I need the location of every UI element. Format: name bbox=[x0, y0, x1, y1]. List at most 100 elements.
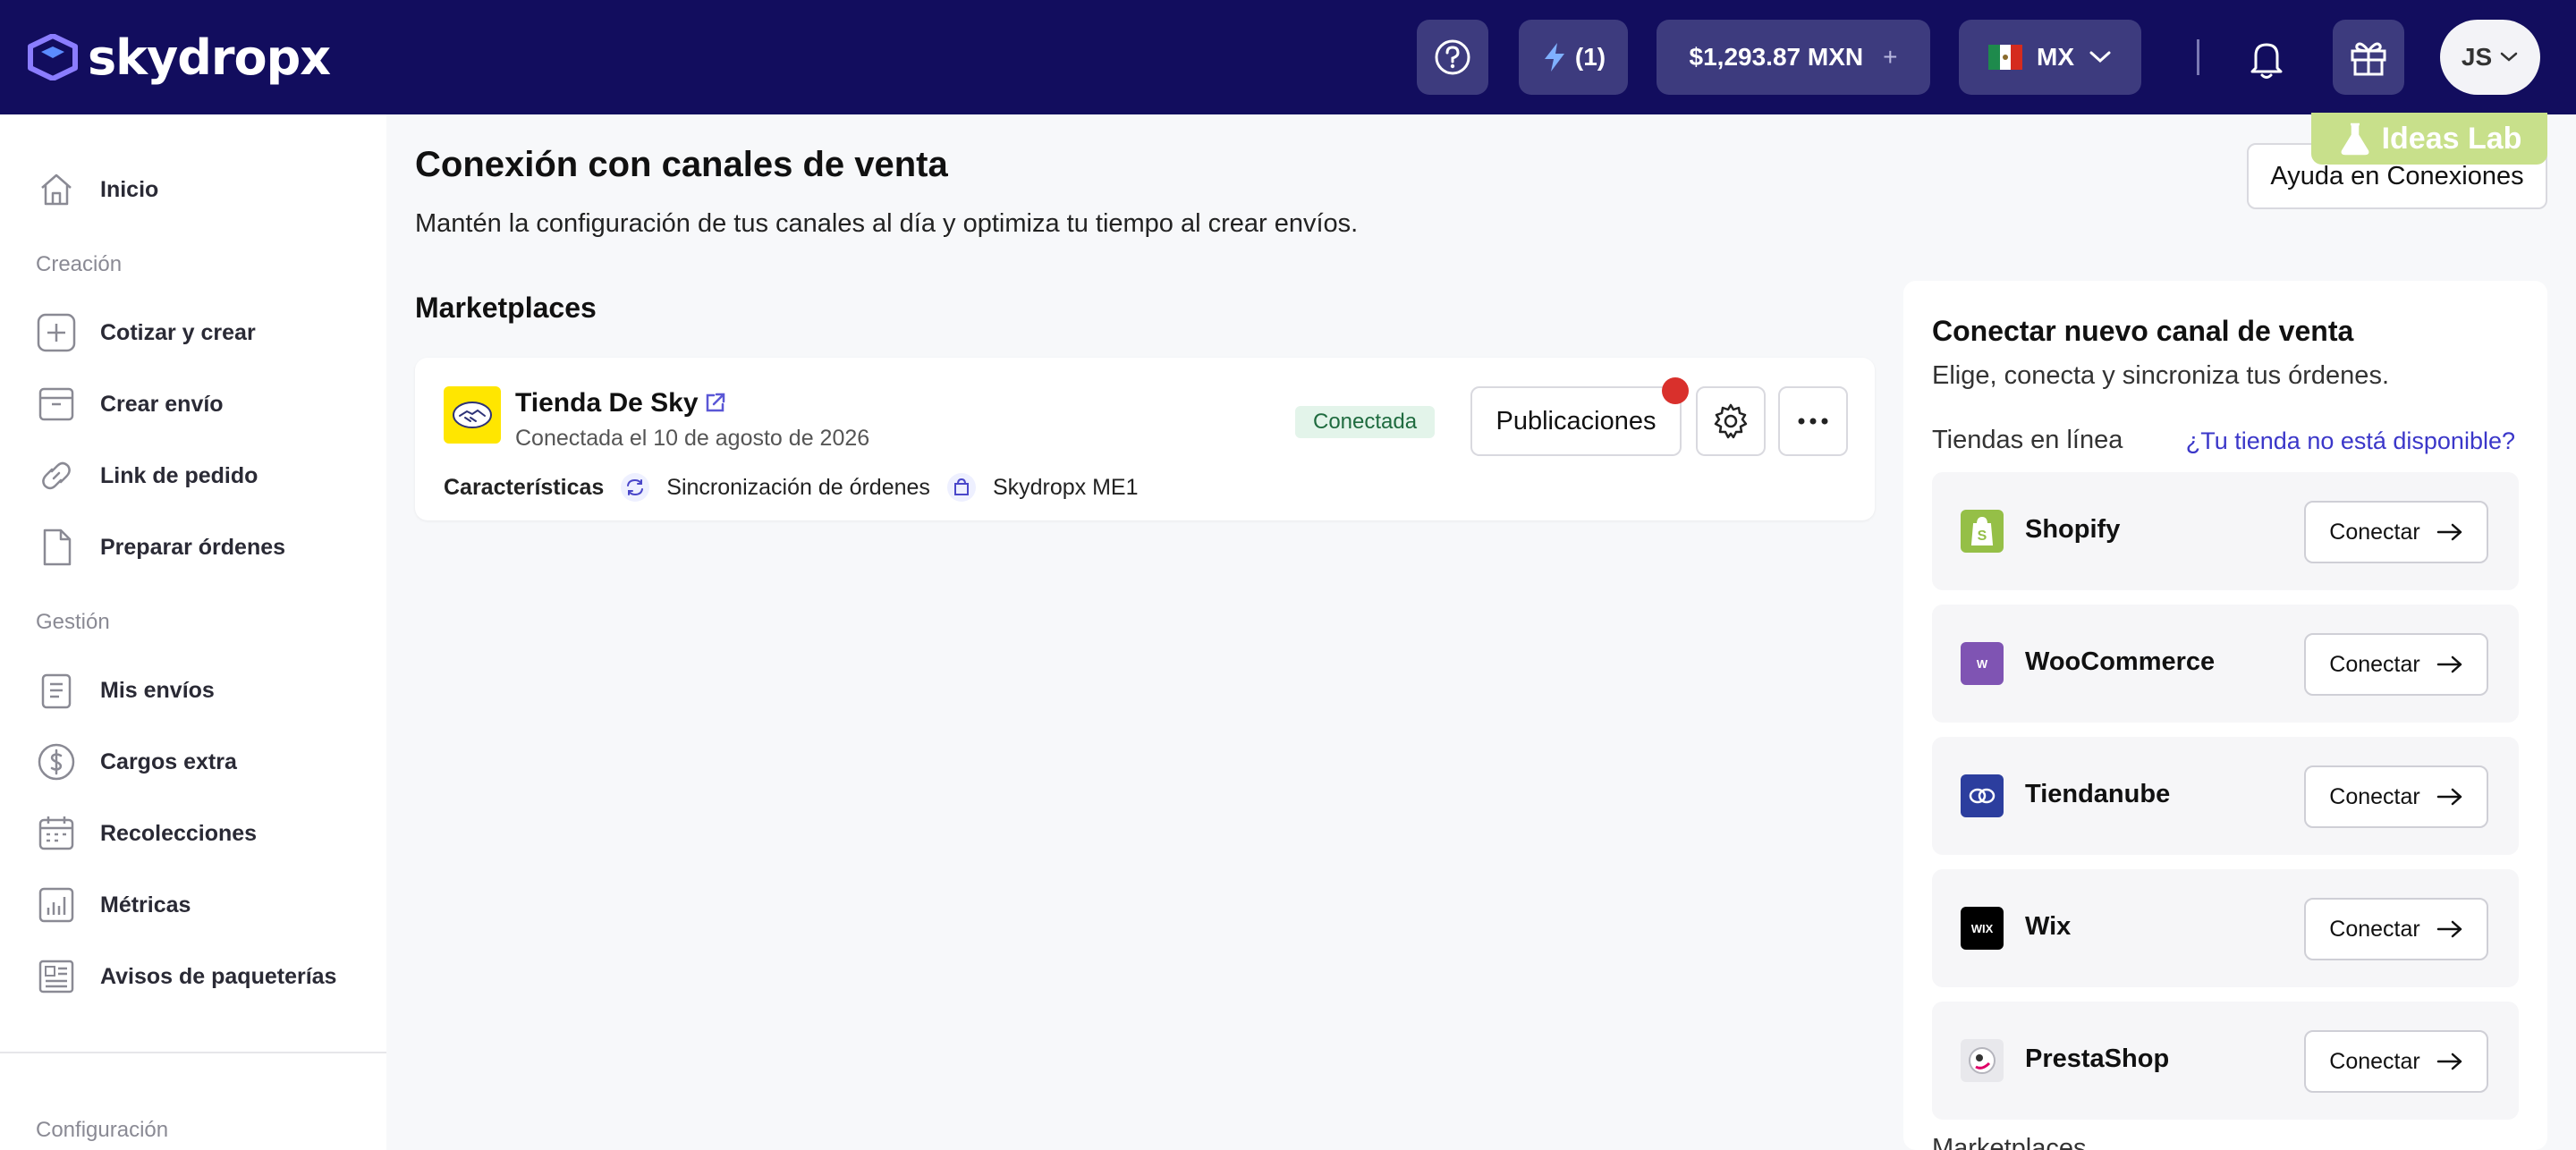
features-label: Características bbox=[444, 474, 605, 500]
store-name: PrestaShop bbox=[2025, 1044, 2170, 1073]
sidebar-item-label: Cotizar y crear bbox=[100, 319, 256, 345]
sidebar-item-label: Link de pedido bbox=[100, 462, 258, 488]
store-row-shopify: S Shopify Conectar bbox=[1932, 472, 2519, 590]
sidebar-item-avisos[interactable]: Avisos de paqueterías bbox=[36, 951, 336, 1002]
connect-shopify-button[interactable]: Conectar bbox=[2304, 501, 2488, 563]
help-button[interactable] bbox=[1417, 20, 1488, 95]
sidebar-item-metricas[interactable]: Métricas bbox=[36, 880, 191, 930]
link-icon bbox=[36, 455, 77, 496]
store-name: Wix bbox=[2025, 912, 2072, 941]
connect-label: Conectar bbox=[2329, 519, 2420, 545]
clipboard-icon bbox=[36, 670, 77, 711]
arrow-right-icon bbox=[2436, 920, 2462, 938]
external-link-icon[interactable] bbox=[703, 390, 728, 415]
balance-button[interactable]: $1,293.87 MXN + bbox=[1657, 20, 1930, 95]
ellipsis-icon bbox=[1798, 418, 1828, 425]
publications-button[interactable]: Publicaciones bbox=[1470, 386, 1682, 456]
sidebar-section-creation: Creación bbox=[36, 252, 123, 276]
country-selector[interactable]: MX bbox=[1959, 20, 2141, 95]
connect-woocommerce-button[interactable]: Conectar bbox=[2304, 633, 2488, 696]
more-options-button[interactable] bbox=[1778, 386, 1848, 456]
connect-label: Conectar bbox=[2329, 916, 2420, 942]
sidebar-item-label: Avisos de paqueterías bbox=[100, 963, 337, 989]
woocommerce-icon: W bbox=[1961, 642, 2004, 685]
handshake-icon bbox=[453, 402, 492, 428]
home-icon bbox=[36, 169, 77, 210]
settings-button[interactable] bbox=[1696, 386, 1766, 456]
gear-icon bbox=[1714, 403, 1748, 439]
sidebar: Inicio Creación Cotizar y crear Crear en… bbox=[0, 114, 386, 1150]
ideas-lab-tab[interactable]: Ideas Lab bbox=[2311, 113, 2547, 165]
balance-amount: $1,293.87 MXN bbox=[1689, 43, 1864, 71]
store-connected-date: Conectada el 10 de agosto de 2026 bbox=[515, 426, 870, 451]
user-initials: JS bbox=[2461, 43, 2493, 71]
store-not-available-link[interactable]: ¿Tu tienda no está disponible? bbox=[2186, 427, 2515, 455]
skydropx-logo[interactable]: skydropx bbox=[27, 29, 331, 86]
connect-wix-button[interactable]: Conectar bbox=[2304, 898, 2488, 960]
feature-me1: Skydropx ME1 bbox=[992, 474, 1139, 500]
shopping-bag-icon bbox=[946, 473, 976, 502]
panel-subtitle: Elige, conecta y sincroniza tus órdenes. bbox=[1932, 361, 2389, 390]
country-code: MX bbox=[2037, 43, 2074, 71]
sidebar-item-link-pedido[interactable]: Link de pedido bbox=[36, 451, 258, 501]
connect-tiendanube-button[interactable]: Conectar bbox=[2304, 765, 2488, 828]
store-features: Características Sincronización de órdene… bbox=[444, 472, 1139, 503]
sidebar-item-label: Recolecciones bbox=[100, 820, 258, 846]
sidebar-item-label: Inicio bbox=[100, 176, 159, 202]
store-row-tiendanube: Tiendanube Conectar bbox=[1932, 737, 2519, 855]
store-row-prestashop: PrestaShop Conectar bbox=[1932, 1002, 2519, 1120]
ideas-lab-label: Ideas Lab bbox=[2381, 121, 2522, 156]
lightning-icon bbox=[1544, 43, 1564, 72]
bell-icon[interactable] bbox=[2243, 36, 2290, 82]
marketplaces-subheading: Marketplaces bbox=[1932, 1134, 2087, 1150]
svg-text:WIX: WIX bbox=[1971, 922, 1994, 935]
top-bar: skydropx (1) $1,293.87 MXN + MX JS bbox=[0, 0, 2576, 114]
mexico-flag-icon bbox=[1988, 45, 2022, 70]
sidebar-item-inicio[interactable]: Inicio bbox=[36, 165, 158, 215]
status-badge: Conectada bbox=[1295, 406, 1436, 438]
sidebar-item-mis-envios[interactable]: Mis envíos bbox=[36, 665, 215, 715]
chevron-down-icon bbox=[2500, 52, 2518, 62]
page-title: Conexión con canales de venta bbox=[415, 145, 948, 184]
store-row-woocommerce: W WooCommerce Conectar bbox=[1932, 605, 2519, 723]
marketplaces-heading: Marketplaces bbox=[415, 292, 597, 324]
sidebar-item-label: Crear envío bbox=[100, 391, 224, 417]
shopify-icon: S bbox=[1961, 510, 2004, 553]
svg-text:S: S bbox=[1978, 528, 1987, 544]
mercadolibre-logo bbox=[444, 386, 501, 444]
box-icon bbox=[36, 384, 77, 425]
calendar-icon bbox=[36, 813, 77, 854]
tiendanube-icon bbox=[1961, 774, 2004, 817]
user-menu[interactable]: JS bbox=[2440, 20, 2540, 95]
dollar-circle-icon bbox=[36, 741, 77, 782]
arrow-right-icon bbox=[2436, 1053, 2462, 1070]
connect-label: Conectar bbox=[2329, 1048, 2420, 1074]
prestashop-icon bbox=[1961, 1039, 2004, 1082]
connect-channel-panel: Conectar nuevo canal de venta Elige, con… bbox=[1903, 281, 2547, 1150]
sidebar-item-crear-envio[interactable]: Crear envío bbox=[36, 379, 224, 429]
bar-chart-icon bbox=[36, 884, 77, 926]
lightning-button[interactable]: (1) bbox=[1519, 20, 1628, 95]
connect-label: Conectar bbox=[2329, 783, 2420, 809]
sidebar-item-preparar-ordenes[interactable]: Preparar órdenes bbox=[36, 522, 285, 572]
svg-text:W: W bbox=[1977, 657, 1988, 671]
feature-sync: Sincronización de órdenes bbox=[666, 474, 930, 500]
skydropx-logo-icon bbox=[28, 34, 78, 80]
store-name: Shopify bbox=[2025, 515, 2121, 544]
sidebar-item-cotizar[interactable]: Cotizar y crear bbox=[36, 308, 256, 358]
arrow-right-icon bbox=[2436, 788, 2462, 806]
gift-button[interactable] bbox=[2333, 20, 2404, 95]
store-name: WooCommerce bbox=[2025, 647, 2216, 676]
sync-icon bbox=[621, 473, 650, 502]
store-row-wix: WIX Wix Conectar bbox=[1932, 869, 2519, 987]
store-name: Tienda De Sky bbox=[515, 388, 699, 418]
online-stores-heading: Tiendas en línea bbox=[1932, 426, 2123, 454]
panel-title: Conectar nuevo canal de venta bbox=[1932, 315, 2354, 347]
arrow-right-icon bbox=[2436, 655, 2462, 673]
add-balance-icon: + bbox=[1883, 43, 1898, 71]
connect-prestashop-button[interactable]: Conectar bbox=[2304, 1030, 2488, 1093]
sidebar-item-recolecciones[interactable]: Recolecciones bbox=[36, 808, 257, 858]
brand-name: skydropx bbox=[88, 29, 331, 86]
sidebar-item-cargos-extra[interactable]: Cargos extra bbox=[36, 737, 237, 787]
newspaper-icon bbox=[36, 956, 77, 997]
